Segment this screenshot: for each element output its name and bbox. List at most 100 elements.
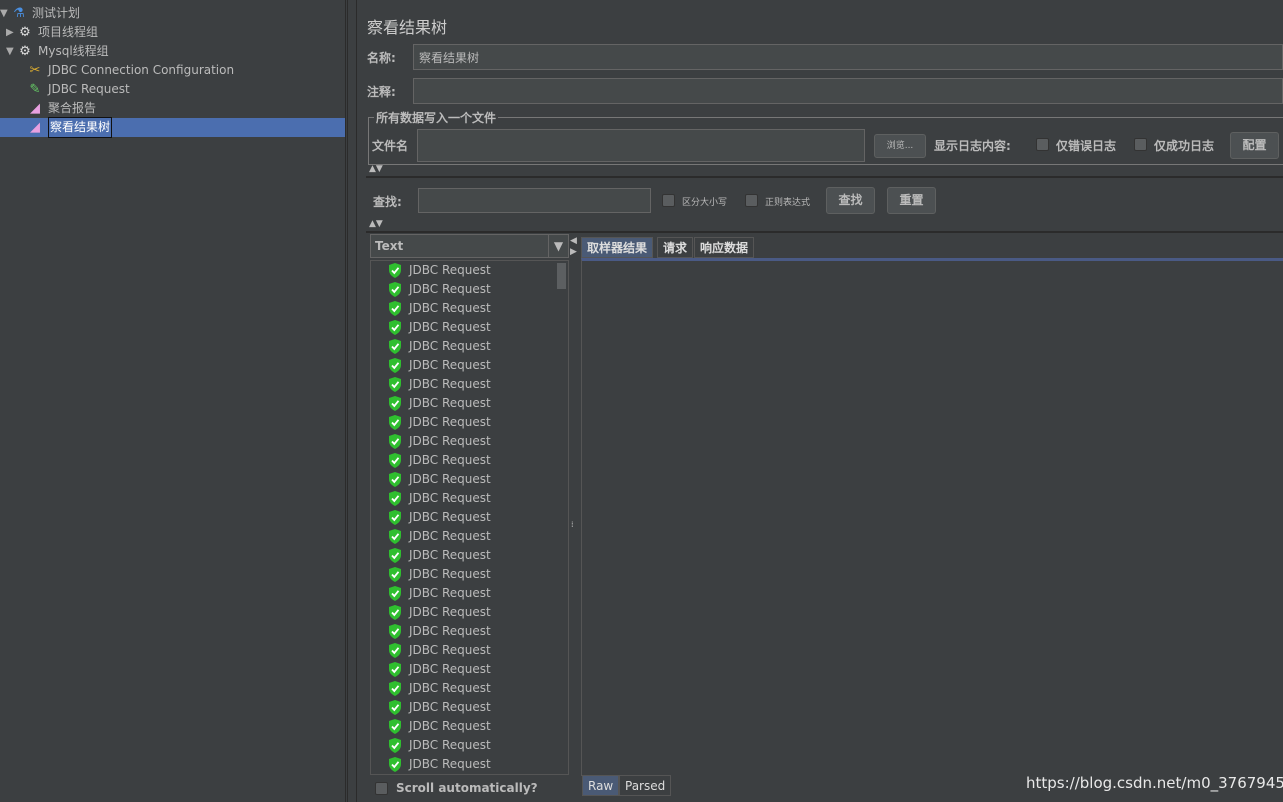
result-list-item[interactable]: JDBC Request bbox=[388, 660, 491, 679]
result-list-item[interactable]: JDBC Request bbox=[388, 432, 491, 451]
result-list-item[interactable]: JDBC Request bbox=[388, 394, 491, 413]
result-list-item[interactable]: JDBC Request bbox=[388, 565, 491, 584]
result-label: JDBC Request bbox=[409, 548, 491, 562]
tab-request[interactable]: 请求 bbox=[657, 237, 694, 258]
success-shield-icon bbox=[389, 681, 401, 696]
expand-arrows-icon[interactable]: ◀ ▶ bbox=[570, 236, 577, 258]
configure-button[interactable]: 配置 bbox=[1230, 132, 1279, 159]
case-sensitive-label: 区分大小写 bbox=[682, 198, 728, 208]
result-list-item[interactable]: JDBC Request bbox=[388, 299, 491, 318]
renderer-select[interactable]: Text ▼ bbox=[370, 234, 569, 258]
regex-label: 正则表达式 bbox=[765, 198, 811, 208]
success-shield-icon bbox=[389, 339, 401, 354]
result-list-item[interactable]: JDBC Request bbox=[388, 375, 491, 394]
success-shield-icon bbox=[389, 643, 401, 658]
result-list-item[interactable]: JDBC Request bbox=[388, 717, 491, 736]
case-sensitive-checkbox[interactable] bbox=[662, 194, 675, 207]
result-list-item[interactable]: JDBC Request bbox=[388, 508, 491, 527]
collapse-toggle-icon[interactable]: ▲▼ bbox=[369, 219, 383, 229]
file-group-title: 所有数据写入一个文件 bbox=[374, 109, 499, 126]
result-label: JDBC Request bbox=[409, 491, 491, 505]
browse-button[interactable]: 浏览... bbox=[874, 134, 926, 158]
tree-node-jdbc-request[interactable]: ✎ JDBC Request bbox=[26, 80, 130, 99]
tree-node-thread-group-1[interactable]: ▶ ⚙ 项目线程组 bbox=[6, 23, 98, 42]
success-shield-icon bbox=[389, 263, 401, 278]
log-content-label: 显示日志内容: bbox=[934, 139, 1011, 153]
regex-checkbox[interactable] bbox=[745, 194, 758, 207]
success-shield-icon bbox=[389, 586, 401, 601]
success-shield-icon bbox=[389, 662, 401, 677]
result-list-item[interactable]: JDBC Request bbox=[388, 622, 491, 641]
success-shield-icon bbox=[389, 757, 401, 772]
result-label: JDBC Request bbox=[409, 681, 491, 695]
result-list-item[interactable]: JDBC Request bbox=[388, 451, 491, 470]
result-list-item[interactable]: JDBC Request bbox=[388, 679, 491, 698]
expand-arrow-icon[interactable]: ▼ bbox=[0, 4, 10, 23]
renderer-value: Text bbox=[375, 239, 404, 253]
split-handle[interactable]: ⁞ bbox=[571, 520, 574, 529]
result-list-item[interactable]: JDBC Request bbox=[388, 546, 491, 565]
tree-node-mysql-thread-group[interactable]: ▼ ⚙ Mysql线程组 bbox=[6, 42, 109, 61]
result-list-item[interactable]: JDBC Request bbox=[388, 413, 491, 432]
result-list-item[interactable]: JDBC Request bbox=[388, 489, 491, 508]
result-list-item[interactable]: JDBC Request bbox=[388, 527, 491, 546]
success-shield-icon bbox=[389, 434, 401, 449]
tab-parsed[interactable]: Parsed bbox=[619, 775, 672, 796]
success-shield-icon bbox=[389, 510, 401, 525]
result-list-item[interactable]: JDBC Request bbox=[388, 280, 491, 299]
wrench-screwdriver-icon: ✂ bbox=[29, 62, 41, 78]
collapse-arrow-icon[interactable]: ▶ bbox=[6, 23, 16, 42]
collapse-toggle-icon[interactable]: ▲▼ bbox=[369, 164, 383, 174]
tab-raw[interactable]: Raw bbox=[582, 775, 620, 796]
success-only-checkbox[interactable] bbox=[1134, 138, 1147, 151]
name-input[interactable]: 察看结果树 bbox=[413, 44, 1283, 70]
tree-node-jdbc-config[interactable]: ✂ JDBC Connection Configuration bbox=[26, 61, 235, 80]
result-list-item[interactable]: JDBC Request bbox=[388, 584, 491, 603]
result-list-item[interactable]: JDBC Request bbox=[388, 736, 491, 755]
success-shield-icon bbox=[389, 567, 401, 582]
comment-input[interactable] bbox=[413, 78, 1283, 104]
tree-node-view-results-tree[interactable]: ◢ 察看结果树 bbox=[0, 117, 345, 138]
errors-only-label: 仅错误日志 bbox=[1056, 139, 1117, 153]
filename-input[interactable] bbox=[417, 129, 865, 162]
expand-arrow-icon[interactable]: ▼ bbox=[6, 42, 16, 61]
success-only-label: 仅成功日志 bbox=[1154, 139, 1215, 153]
result-label: JDBC Request bbox=[409, 301, 491, 315]
success-shield-icon bbox=[389, 700, 401, 715]
result-list-item[interactable]: JDBC Request bbox=[388, 337, 491, 356]
result-list-item[interactable]: JDBC Request bbox=[388, 603, 491, 622]
scroll-auto-label: Scroll automatically? bbox=[396, 781, 538, 795]
result-list-item[interactable]: JDBC Request bbox=[388, 470, 491, 489]
result-list-item[interactable]: JDBC Request bbox=[388, 356, 491, 375]
result-label: JDBC Request bbox=[409, 567, 491, 581]
result-list-item[interactable]: JDBC Request bbox=[388, 698, 491, 717]
result-list-item[interactable]: JDBC Request bbox=[388, 641, 491, 660]
result-label: JDBC Request bbox=[409, 320, 491, 334]
scroll-auto-checkbox[interactable] bbox=[375, 782, 388, 795]
result-list-item[interactable]: JDBC Request bbox=[388, 755, 491, 774]
find-button[interactable]: 查找 bbox=[826, 187, 875, 214]
result-list-item[interactable]: JDBC Request bbox=[388, 261, 491, 280]
result-label: JDBC Request bbox=[409, 529, 491, 543]
reset-button[interactable]: 重置 bbox=[887, 187, 936, 214]
result-label: JDBC Request bbox=[409, 434, 491, 448]
test-plan-tree[interactable]: ▼ ⚗ 测试计划 ▶ ⚙ 项目线程组 ▼ ⚙ Mysql线程组 ✂ JDBC Connecti… bbox=[0, 0, 346, 802]
search-input[interactable] bbox=[418, 188, 651, 213]
result-label: JDBC Request bbox=[409, 738, 491, 752]
result-label: JDBC Request bbox=[409, 415, 491, 429]
errors-only-checkbox[interactable] bbox=[1036, 138, 1049, 151]
success-shield-icon bbox=[389, 605, 401, 620]
tree-node-aggregate-report[interactable]: ◢ 聚合报告 bbox=[26, 99, 96, 118]
result-list-item[interactable]: JDBC Request bbox=[388, 318, 491, 337]
tab-response-data[interactable]: 响应数据 bbox=[694, 237, 755, 258]
result-label: JDBC Request bbox=[409, 396, 491, 410]
result-label: JDBC Request bbox=[409, 586, 491, 600]
split-pane-divider[interactable] bbox=[347, 0, 357, 802]
result-label: JDBC Request bbox=[409, 453, 491, 467]
chevron-down-icon[interactable]: ▼ bbox=[548, 235, 568, 257]
success-shield-icon bbox=[389, 453, 401, 468]
scrollbar-thumb[interactable] bbox=[557, 263, 566, 289]
tab-sampler-result[interactable]: 取样器结果 bbox=[581, 237, 654, 258]
tree-node-test-plan[interactable]: ▼ ⚗ 测试计划 bbox=[0, 4, 80, 23]
page-title: 察看结果树 bbox=[367, 18, 448, 37]
